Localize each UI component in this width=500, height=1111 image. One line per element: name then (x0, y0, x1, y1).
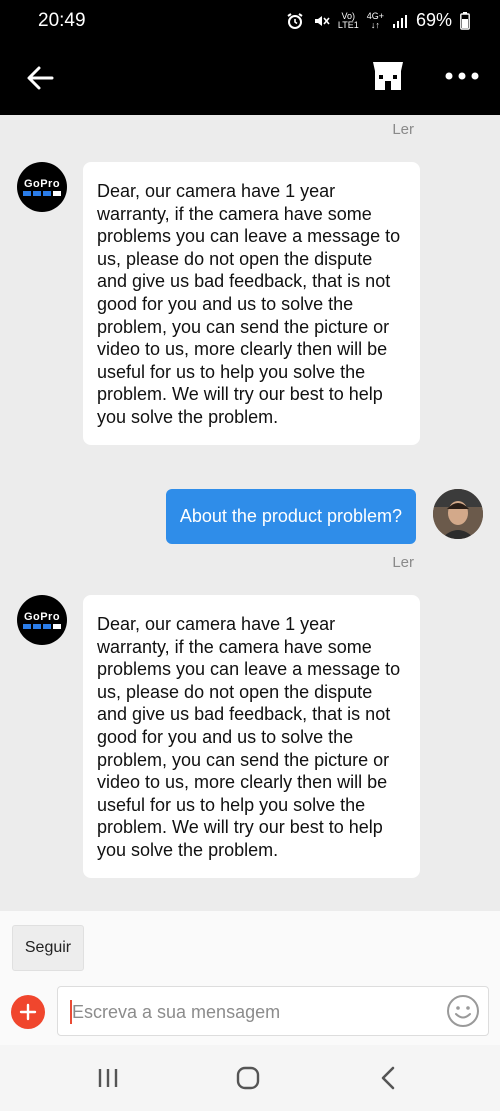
seller-message-bubble[interactable]: Dear, our camera have 1 year warranty, i… (83, 162, 420, 445)
composer-panel: Seguir (0, 911, 500, 1045)
network-type: 4G+ ↓↑ (366, 10, 384, 30)
user-photo-icon (433, 489, 483, 539)
gopro-logo-icon (23, 191, 61, 196)
chat-header (0, 44, 500, 115)
user-message-bubble[interactable]: About the product problem? (165, 489, 416, 544)
status-time: 20:49 (38, 10, 86, 31)
user-avatar[interactable] (433, 489, 483, 539)
battery-icon (460, 11, 470, 30)
home-icon[interactable] (236, 1066, 260, 1090)
top-bar: 20:49 Vo) LTE1 4G+ ↓↑ 69% (0, 0, 500, 115)
battery-percent: 69% (415, 10, 452, 30)
message-list[interactable]: Ler GoPro Dear, our camera have 1 year w… (0, 115, 500, 911)
message-input[interactable] (70, 997, 434, 1027)
status-icons: Vo) LTE1 4G+ ↓↑ 69% (286, 10, 470, 31)
alarm-icon (287, 12, 303, 29)
text-caret (70, 1000, 72, 1024)
read-receipt: Ler (392, 121, 414, 138)
add-attachment-button[interactable] (11, 995, 45, 1029)
smiley-icon[interactable] (446, 994, 480, 1028)
system-nav-bar (0, 1045, 500, 1111)
status-bar: 20:49 Vo) LTE1 4G+ ↓↑ 69% (0, 0, 500, 44)
seller-avatar[interactable]: GoPro (17, 162, 67, 212)
plus-icon (19, 1003, 37, 1021)
volte-indicator: Vo) LTE1 (337, 10, 359, 30)
message-input-box[interactable] (57, 986, 489, 1036)
recent-apps-icon[interactable] (96, 1067, 120, 1089)
nav-back-icon[interactable] (380, 1066, 396, 1090)
signal-icon (392, 14, 407, 28)
follow-button[interactable]: Seguir (12, 925, 84, 971)
arrow-left-icon[interactable] (24, 62, 56, 94)
mute-icon (314, 15, 330, 26)
store-icon[interactable] (370, 58, 406, 94)
read-receipt: Ler (392, 554, 414, 571)
seller-avatar[interactable]: GoPro (17, 595, 67, 645)
more-dots-icon[interactable] (442, 64, 482, 88)
gopro-logo-icon (23, 624, 61, 629)
seller-message-bubble[interactable]: Dear, our camera have 1 year warranty, i… (83, 595, 420, 878)
